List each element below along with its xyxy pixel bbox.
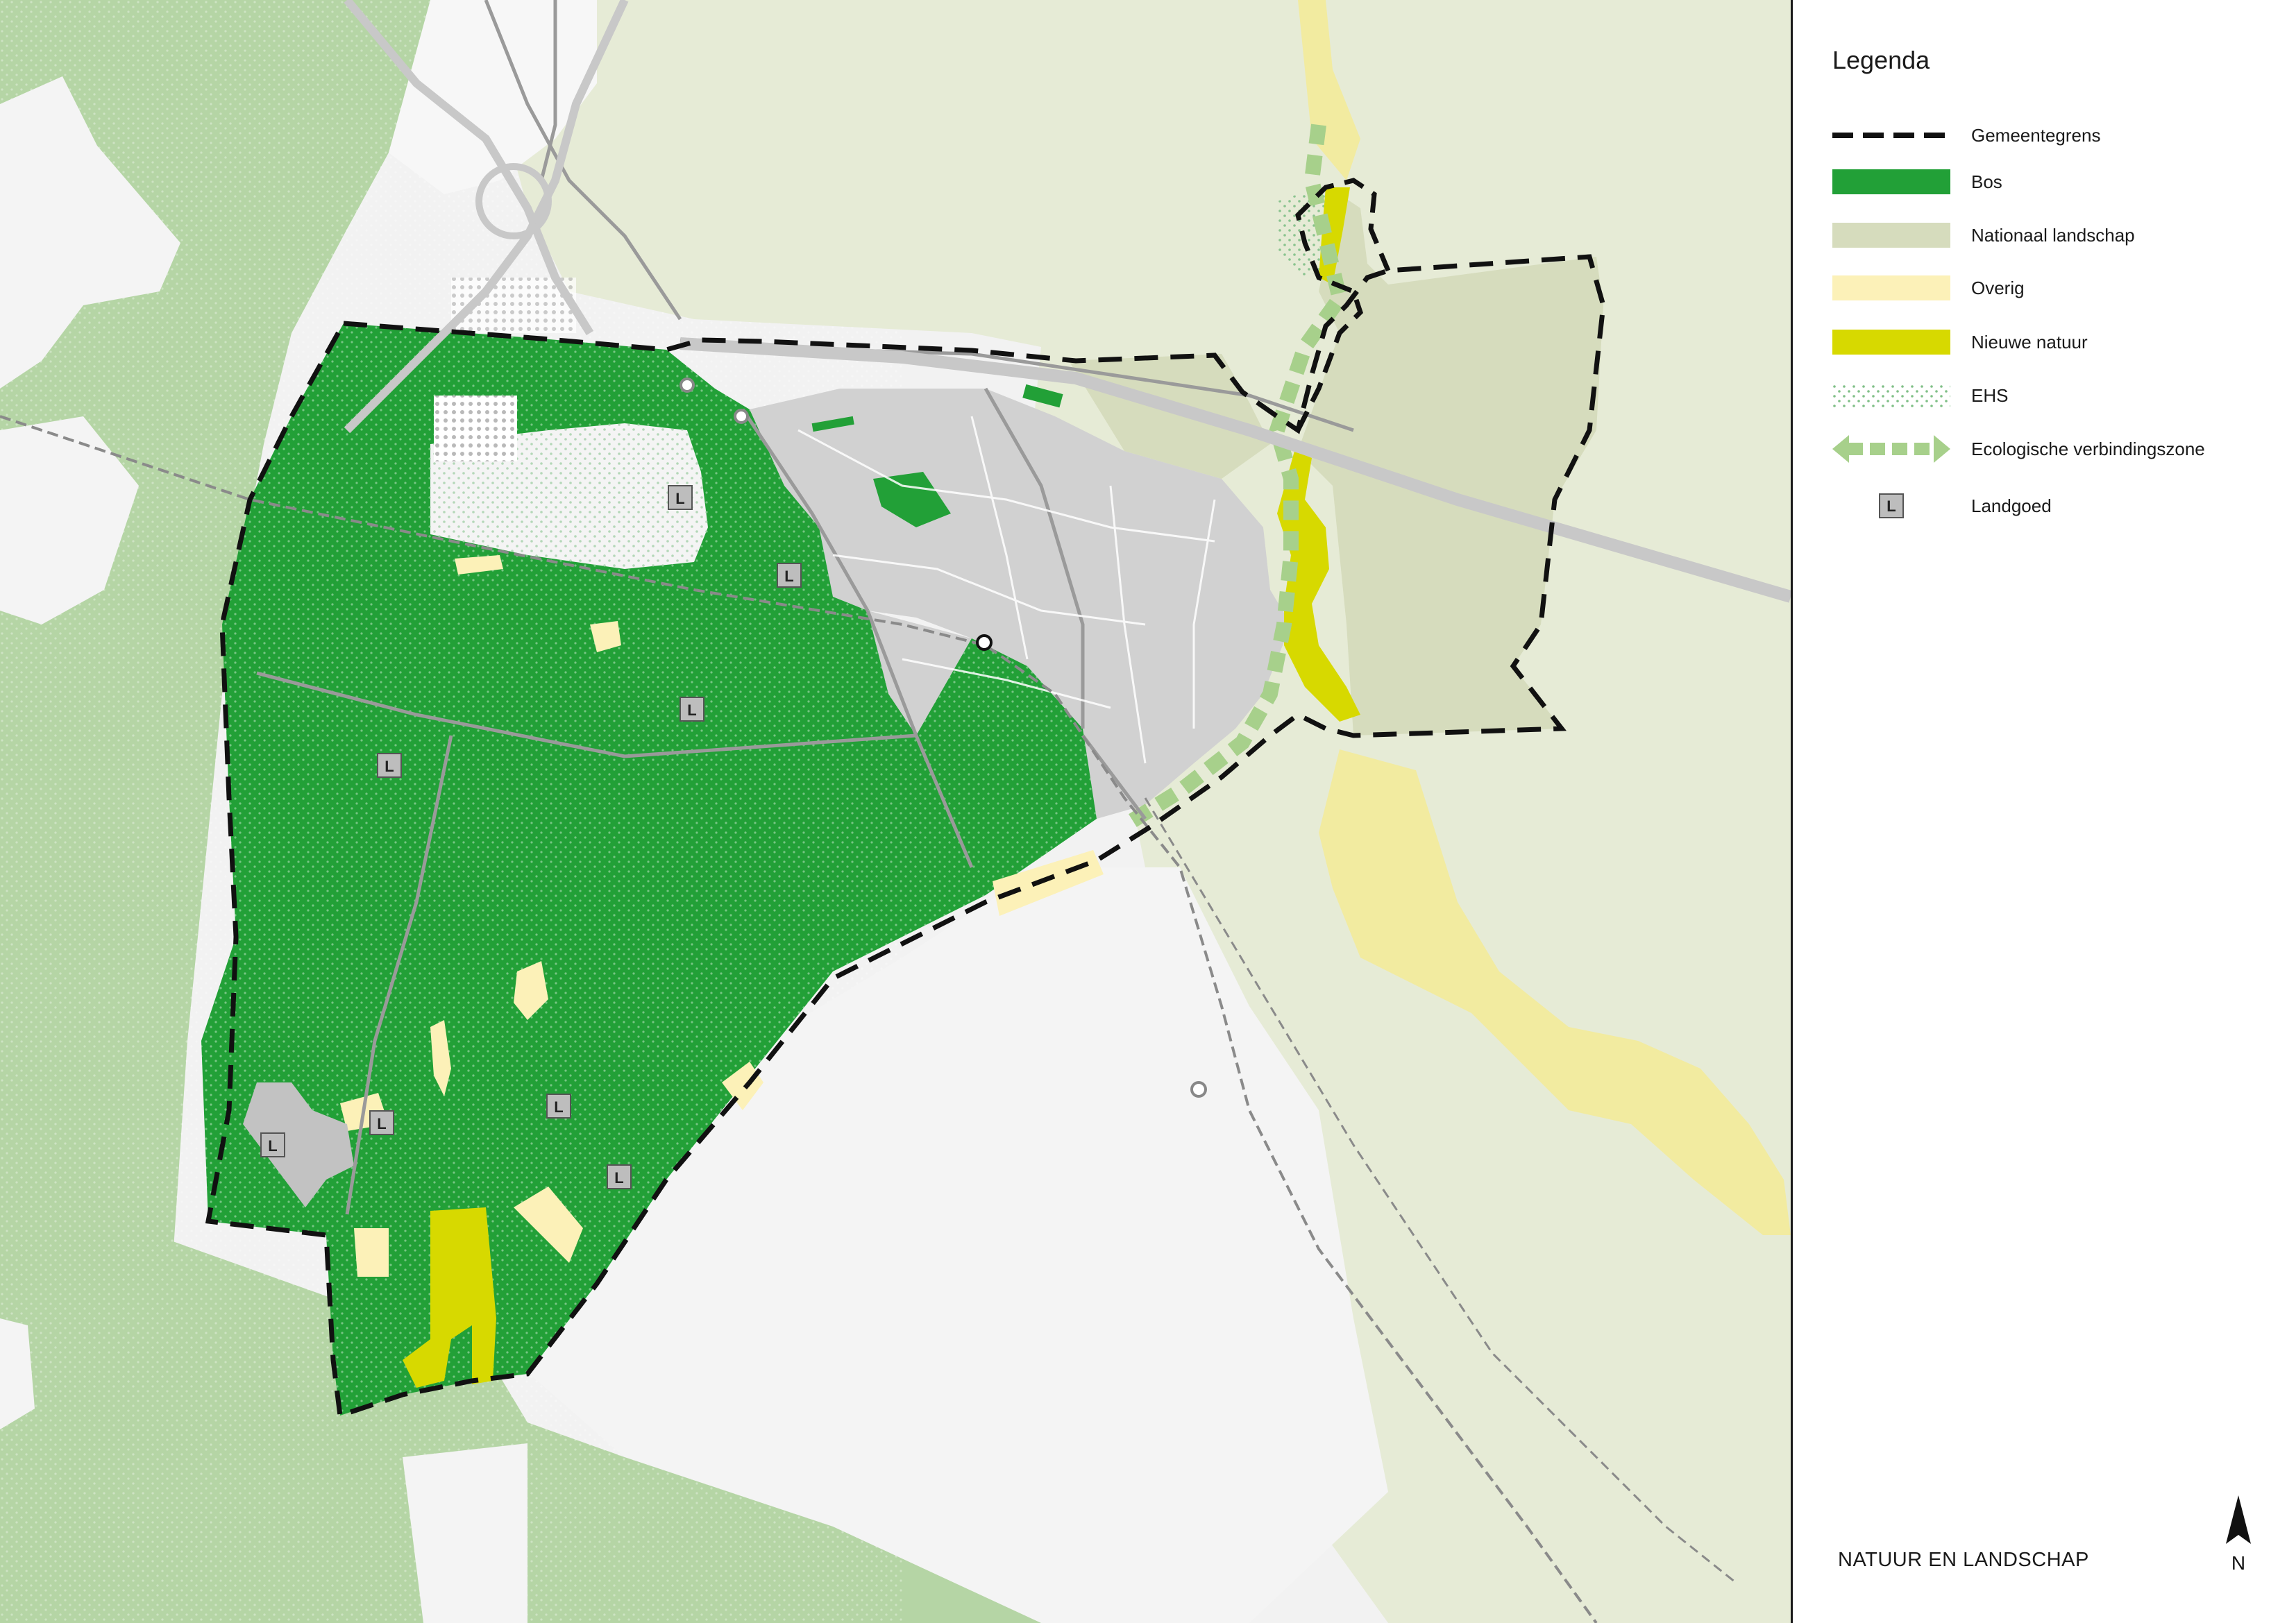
nieuwe-natuur-swatch-icon — [1832, 330, 1950, 355]
landgoed-marker-2[interactable]: L — [777, 563, 802, 588]
landgoed-marker-label: L — [377, 1115, 386, 1132]
ehs-dot-pattern-icon — [1832, 383, 1950, 408]
overig-swatch-icon — [1832, 275, 1950, 300]
legend-label: Overig — [1971, 278, 2025, 298]
landgoed-marker-label: L — [614, 1169, 623, 1187]
legend-label: Gemeentegrens — [1971, 125, 2101, 146]
landgoed-icon-letter: L — [1886, 498, 1896, 515]
north-arrow-icon: N — [2226, 1495, 2251, 1574]
landgoed-marker-3[interactable]: L — [679, 697, 704, 722]
legend-item-gemeentegrens: Gemeentegrens — [1832, 114, 2277, 156]
north-label: N — [2231, 1552, 2245, 1574]
landgoed-marker-label: L — [675, 490, 684, 507]
landgoed-marker-label: L — [385, 758, 394, 775]
overig-patch-7 — [354, 1228, 389, 1277]
legend-label: Ecologische verbindingszone — [1971, 439, 2205, 459]
clearing-south — [403, 1443, 527, 1623]
legend-item-bos: Bos — [1832, 161, 2277, 203]
roundabout-marker — [1190, 1081, 1207, 1098]
legend-item-overig: Overig — [1832, 267, 2277, 309]
legend-label: Nieuwe natuur — [1971, 332, 2088, 352]
roundabout-marker — [679, 377, 695, 393]
ecological-zone-arrow-icon — [1832, 435, 1950, 463]
legend-item-ehs: EHS — [1832, 375, 2277, 416]
landgoed-marker-label: L — [687, 702, 696, 719]
legend-panel: Legenda Gemeentegrens Bos Nationaal land… — [1793, 0, 2296, 1623]
dashed-line-icon — [1832, 133, 1950, 138]
landgoed-marker-7[interactable]: L — [369, 1110, 394, 1135]
landgoed-marker-label: L — [784, 568, 793, 585]
station-marker — [976, 634, 993, 651]
legend-item-nationaal-landschap: Nationaal landschap — [1832, 214, 2277, 256]
map-canvas[interactable]: L L L L L L L L — [0, 0, 1791, 1623]
legend-label: Landgoed — [1971, 495, 2052, 516]
landgoed-marker-5[interactable]: L — [546, 1094, 571, 1119]
nationaal-landschap-swatch-icon — [1832, 223, 1950, 248]
landgoed-marker-4[interactable]: L — [377, 753, 402, 778]
legend-item-ecologische-verbindingszone: Ecologische verbindingszone — [1832, 428, 2277, 470]
legend-label: Nationaal landschap — [1971, 225, 2135, 246]
legend-label: Bos — [1971, 171, 2002, 192]
landgoed-marker-label: L — [268, 1137, 277, 1155]
legend-label: EHS — [1971, 385, 2009, 406]
landgoed-icon: L — [1879, 493, 1904, 518]
legend-item-landgoed: L Landgoed — [1832, 485, 2277, 527]
map-title: NATUUR EN LANDSCHAP — [1838, 1549, 2089, 1571]
landgoed-marker-1[interactable]: L — [668, 485, 693, 510]
legend-title: Legenda — [1832, 46, 1930, 74]
grey-dotted-field — [434, 396, 517, 461]
landgoed-marker-8[interactable]: L — [260, 1132, 285, 1157]
bos-swatch-icon — [1832, 169, 1950, 194]
landgoed-marker-6[interactable]: L — [607, 1164, 632, 1189]
landgoed-marker-label: L — [554, 1098, 563, 1116]
roundabout-marker — [734, 409, 749, 424]
legend-item-nieuwe-natuur: Nieuwe natuur — [1832, 321, 2277, 363]
